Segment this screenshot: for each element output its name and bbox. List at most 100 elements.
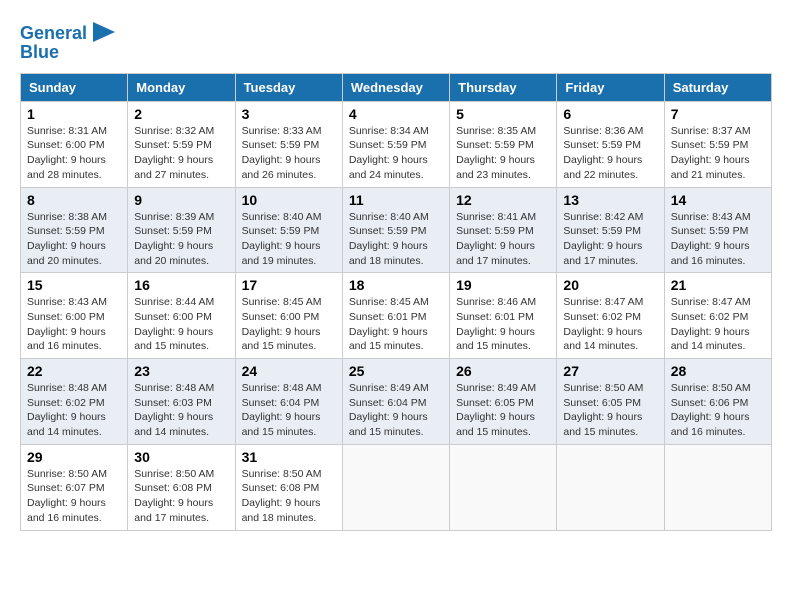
calendar-cell: 17Sunrise: 8:45 AMSunset: 6:00 PMDayligh… bbox=[235, 273, 342, 359]
calendar-cell: 8 Sunrise: 8:38 AMSunset: 5:59 PMDaylight… bbox=[21, 187, 128, 273]
calendar-cell: 20 Sunrise: 8:47 AMSunset: 6:02 PMDayligh… bbox=[557, 273, 664, 359]
calendar-cell: 29 Sunrise: 8:50 AMSunset: 6:07 PMDayligh… bbox=[21, 444, 128, 530]
day-number: 11 bbox=[349, 192, 443, 208]
day-info: Sunrise: 8:43 AMSunset: 6:00 PMDaylight:… bbox=[27, 295, 121, 354]
day-info: Sunrise: 8:31 AMSunset: 6:00 PMDaylight:… bbox=[27, 124, 121, 183]
calendar-cell: 26 Sunrise: 8:49 AMSunset: 6:05 PMDayligh… bbox=[450, 359, 557, 445]
day-number: 3 bbox=[242, 106, 336, 122]
day-info: Sunrise: 8:44 AMSunset: 6:00 PMDaylight:… bbox=[134, 295, 228, 354]
day-number: 5 bbox=[456, 106, 550, 122]
logo: General Blue bbox=[20, 20, 115, 63]
day-number: 12 bbox=[456, 192, 550, 208]
calendar-cell: 11 Sunrise: 8:40 AMSunset: 5:59 PMDayligh… bbox=[342, 187, 449, 273]
calendar-cell: 2Sunrise: 8:32 AMSunset: 5:59 PMDaylight… bbox=[128, 101, 235, 187]
day-number: 1 bbox=[27, 106, 121, 122]
day-number: 16 bbox=[134, 277, 228, 293]
day-info: Sunrise: 8:49 AMSunset: 6:04 PMDaylight:… bbox=[349, 381, 443, 440]
calendar-cell: 14 Sunrise: 8:43 AMSunset: 5:59 PMDayligh… bbox=[664, 187, 771, 273]
day-number: 7 bbox=[671, 106, 765, 122]
day-number: 14 bbox=[671, 192, 765, 208]
calendar-cell: 13 Sunrise: 8:42 AMSunset: 5:59 PMDayligh… bbox=[557, 187, 664, 273]
day-info: Sunrise: 8:45 AMSunset: 6:00 PMDaylight:… bbox=[242, 295, 336, 354]
calendar-cell: 1 Sunrise: 8:31 AMSunset: 6:00 PMDaylight… bbox=[21, 101, 128, 187]
day-number: 23 bbox=[134, 363, 228, 379]
calendar-week-row: 15Sunrise: 8:43 AMSunset: 6:00 PMDayligh… bbox=[21, 273, 772, 359]
calendar-cell: 31 Sunrise: 8:50 AMSunset: 6:08 PMDayligh… bbox=[235, 444, 342, 530]
calendar-cell: 25 Sunrise: 8:49 AMSunset: 6:04 PMDayligh… bbox=[342, 359, 449, 445]
weekday-header: Sunday bbox=[21, 73, 128, 101]
day-info: Sunrise: 8:40 AMSunset: 5:59 PMDaylight:… bbox=[242, 210, 336, 269]
day-number: 24 bbox=[242, 363, 336, 379]
calendar-cell bbox=[664, 444, 771, 530]
calendar-cell: 22Sunrise: 8:48 AMSunset: 6:02 PMDayligh… bbox=[21, 359, 128, 445]
calendar-cell: 10 Sunrise: 8:40 AMSunset: 5:59 PMDayligh… bbox=[235, 187, 342, 273]
day-info: Sunrise: 8:41 AMSunset: 5:59 PMDaylight:… bbox=[456, 210, 550, 269]
day-number: 21 bbox=[671, 277, 765, 293]
day-info: Sunrise: 8:50 AMSunset: 6:05 PMDaylight:… bbox=[563, 381, 657, 440]
page-header: General Blue bbox=[20, 20, 772, 63]
day-info: Sunrise: 8:42 AMSunset: 5:59 PMDaylight:… bbox=[563, 210, 657, 269]
day-info: Sunrise: 8:49 AMSunset: 6:05 PMDaylight:… bbox=[456, 381, 550, 440]
day-number: 9 bbox=[134, 192, 228, 208]
day-info: Sunrise: 8:35 AMSunset: 5:59 PMDaylight:… bbox=[456, 124, 550, 183]
day-info: Sunrise: 8:47 AMSunset: 6:02 PMDaylight:… bbox=[671, 295, 765, 354]
day-number: 19 bbox=[456, 277, 550, 293]
calendar-header-row: SundayMondayTuesdayWednesdayThursdayFrid… bbox=[21, 73, 772, 101]
calendar-cell: 12 Sunrise: 8:41 AMSunset: 5:59 PMDayligh… bbox=[450, 187, 557, 273]
calendar-week-row: 29 Sunrise: 8:50 AMSunset: 6:07 PMDayligh… bbox=[21, 444, 772, 530]
day-info: Sunrise: 8:40 AMSunset: 5:59 PMDaylight:… bbox=[349, 210, 443, 269]
day-number: 13 bbox=[563, 192, 657, 208]
calendar-cell: 18 Sunrise: 8:45 AMSunset: 6:01 PMDayligh… bbox=[342, 273, 449, 359]
calendar-table: SundayMondayTuesdayWednesdayThursdayFrid… bbox=[20, 73, 772, 531]
calendar-cell: 28Sunrise: 8:50 AMSunset: 6:06 PMDayligh… bbox=[664, 359, 771, 445]
calendar-cell: 24Sunrise: 8:48 AMSunset: 6:04 PMDayligh… bbox=[235, 359, 342, 445]
day-number: 31 bbox=[242, 449, 336, 465]
day-info: Sunrise: 8:46 AMSunset: 6:01 PMDaylight:… bbox=[456, 295, 550, 354]
weekday-header: Saturday bbox=[664, 73, 771, 101]
day-info: Sunrise: 8:48 AMSunset: 6:02 PMDaylight:… bbox=[27, 381, 121, 440]
day-info: Sunrise: 8:34 AMSunset: 5:59 PMDaylight:… bbox=[349, 124, 443, 183]
calendar-cell: 7 Sunrise: 8:37 AMSunset: 5:59 PMDaylight… bbox=[664, 101, 771, 187]
day-number: 29 bbox=[27, 449, 121, 465]
day-number: 27 bbox=[563, 363, 657, 379]
weekday-header: Tuesday bbox=[235, 73, 342, 101]
day-number: 6 bbox=[563, 106, 657, 122]
day-info: Sunrise: 8:37 AMSunset: 5:59 PMDaylight:… bbox=[671, 124, 765, 183]
day-number: 20 bbox=[563, 277, 657, 293]
calendar-cell: 27 Sunrise: 8:50 AMSunset: 6:05 PMDayligh… bbox=[557, 359, 664, 445]
day-number: 26 bbox=[456, 363, 550, 379]
day-info: Sunrise: 8:36 AMSunset: 5:59 PMDaylight:… bbox=[563, 124, 657, 183]
weekday-header: Friday bbox=[557, 73, 664, 101]
day-number: 8 bbox=[27, 192, 121, 208]
calendar-cell bbox=[450, 444, 557, 530]
day-info: Sunrise: 8:50 AMSunset: 6:08 PMDaylight:… bbox=[134, 467, 228, 526]
calendar-cell: 21 Sunrise: 8:47 AMSunset: 6:02 PMDayligh… bbox=[664, 273, 771, 359]
weekday-header: Wednesday bbox=[342, 73, 449, 101]
day-number: 25 bbox=[349, 363, 443, 379]
calendar-cell: 4Sunrise: 8:34 AMSunset: 5:59 PMDaylight… bbox=[342, 101, 449, 187]
day-info: Sunrise: 8:38 AMSunset: 5:59 PMDaylight:… bbox=[27, 210, 121, 269]
logo-arrow-icon bbox=[93, 22, 115, 42]
day-number: 18 bbox=[349, 277, 443, 293]
calendar-cell: 15Sunrise: 8:43 AMSunset: 6:00 PMDayligh… bbox=[21, 273, 128, 359]
day-info: Sunrise: 8:50 AMSunset: 6:08 PMDaylight:… bbox=[242, 467, 336, 526]
calendar-cell: 30Sunrise: 8:50 AMSunset: 6:08 PMDayligh… bbox=[128, 444, 235, 530]
day-info: Sunrise: 8:50 AMSunset: 6:07 PMDaylight:… bbox=[27, 467, 121, 526]
calendar-cell: 5 Sunrise: 8:35 AMSunset: 5:59 PMDaylight… bbox=[450, 101, 557, 187]
day-info: Sunrise: 8:43 AMSunset: 5:59 PMDaylight:… bbox=[671, 210, 765, 269]
day-info: Sunrise: 8:33 AMSunset: 5:59 PMDaylight:… bbox=[242, 124, 336, 183]
day-number: 10 bbox=[242, 192, 336, 208]
calendar-cell bbox=[342, 444, 449, 530]
day-info: Sunrise: 8:39 AMSunset: 5:59 PMDaylight:… bbox=[134, 210, 228, 269]
logo-text: General bbox=[20, 24, 87, 44]
day-info: Sunrise: 8:48 AMSunset: 6:03 PMDaylight:… bbox=[134, 381, 228, 440]
calendar-cell: 9 Sunrise: 8:39 AMSunset: 5:59 PMDaylight… bbox=[128, 187, 235, 273]
calendar-cell bbox=[557, 444, 664, 530]
logo-text-blue: Blue bbox=[20, 43, 59, 63]
calendar-cell: 3 Sunrise: 8:33 AMSunset: 5:59 PMDaylight… bbox=[235, 101, 342, 187]
calendar-week-row: 8 Sunrise: 8:38 AMSunset: 5:59 PMDaylight… bbox=[21, 187, 772, 273]
day-info: Sunrise: 8:47 AMSunset: 6:02 PMDaylight:… bbox=[563, 295, 657, 354]
day-info: Sunrise: 8:45 AMSunset: 6:01 PMDaylight:… bbox=[349, 295, 443, 354]
day-number: 2 bbox=[134, 106, 228, 122]
calendar-cell: 19 Sunrise: 8:46 AMSunset: 6:01 PMDayligh… bbox=[450, 273, 557, 359]
